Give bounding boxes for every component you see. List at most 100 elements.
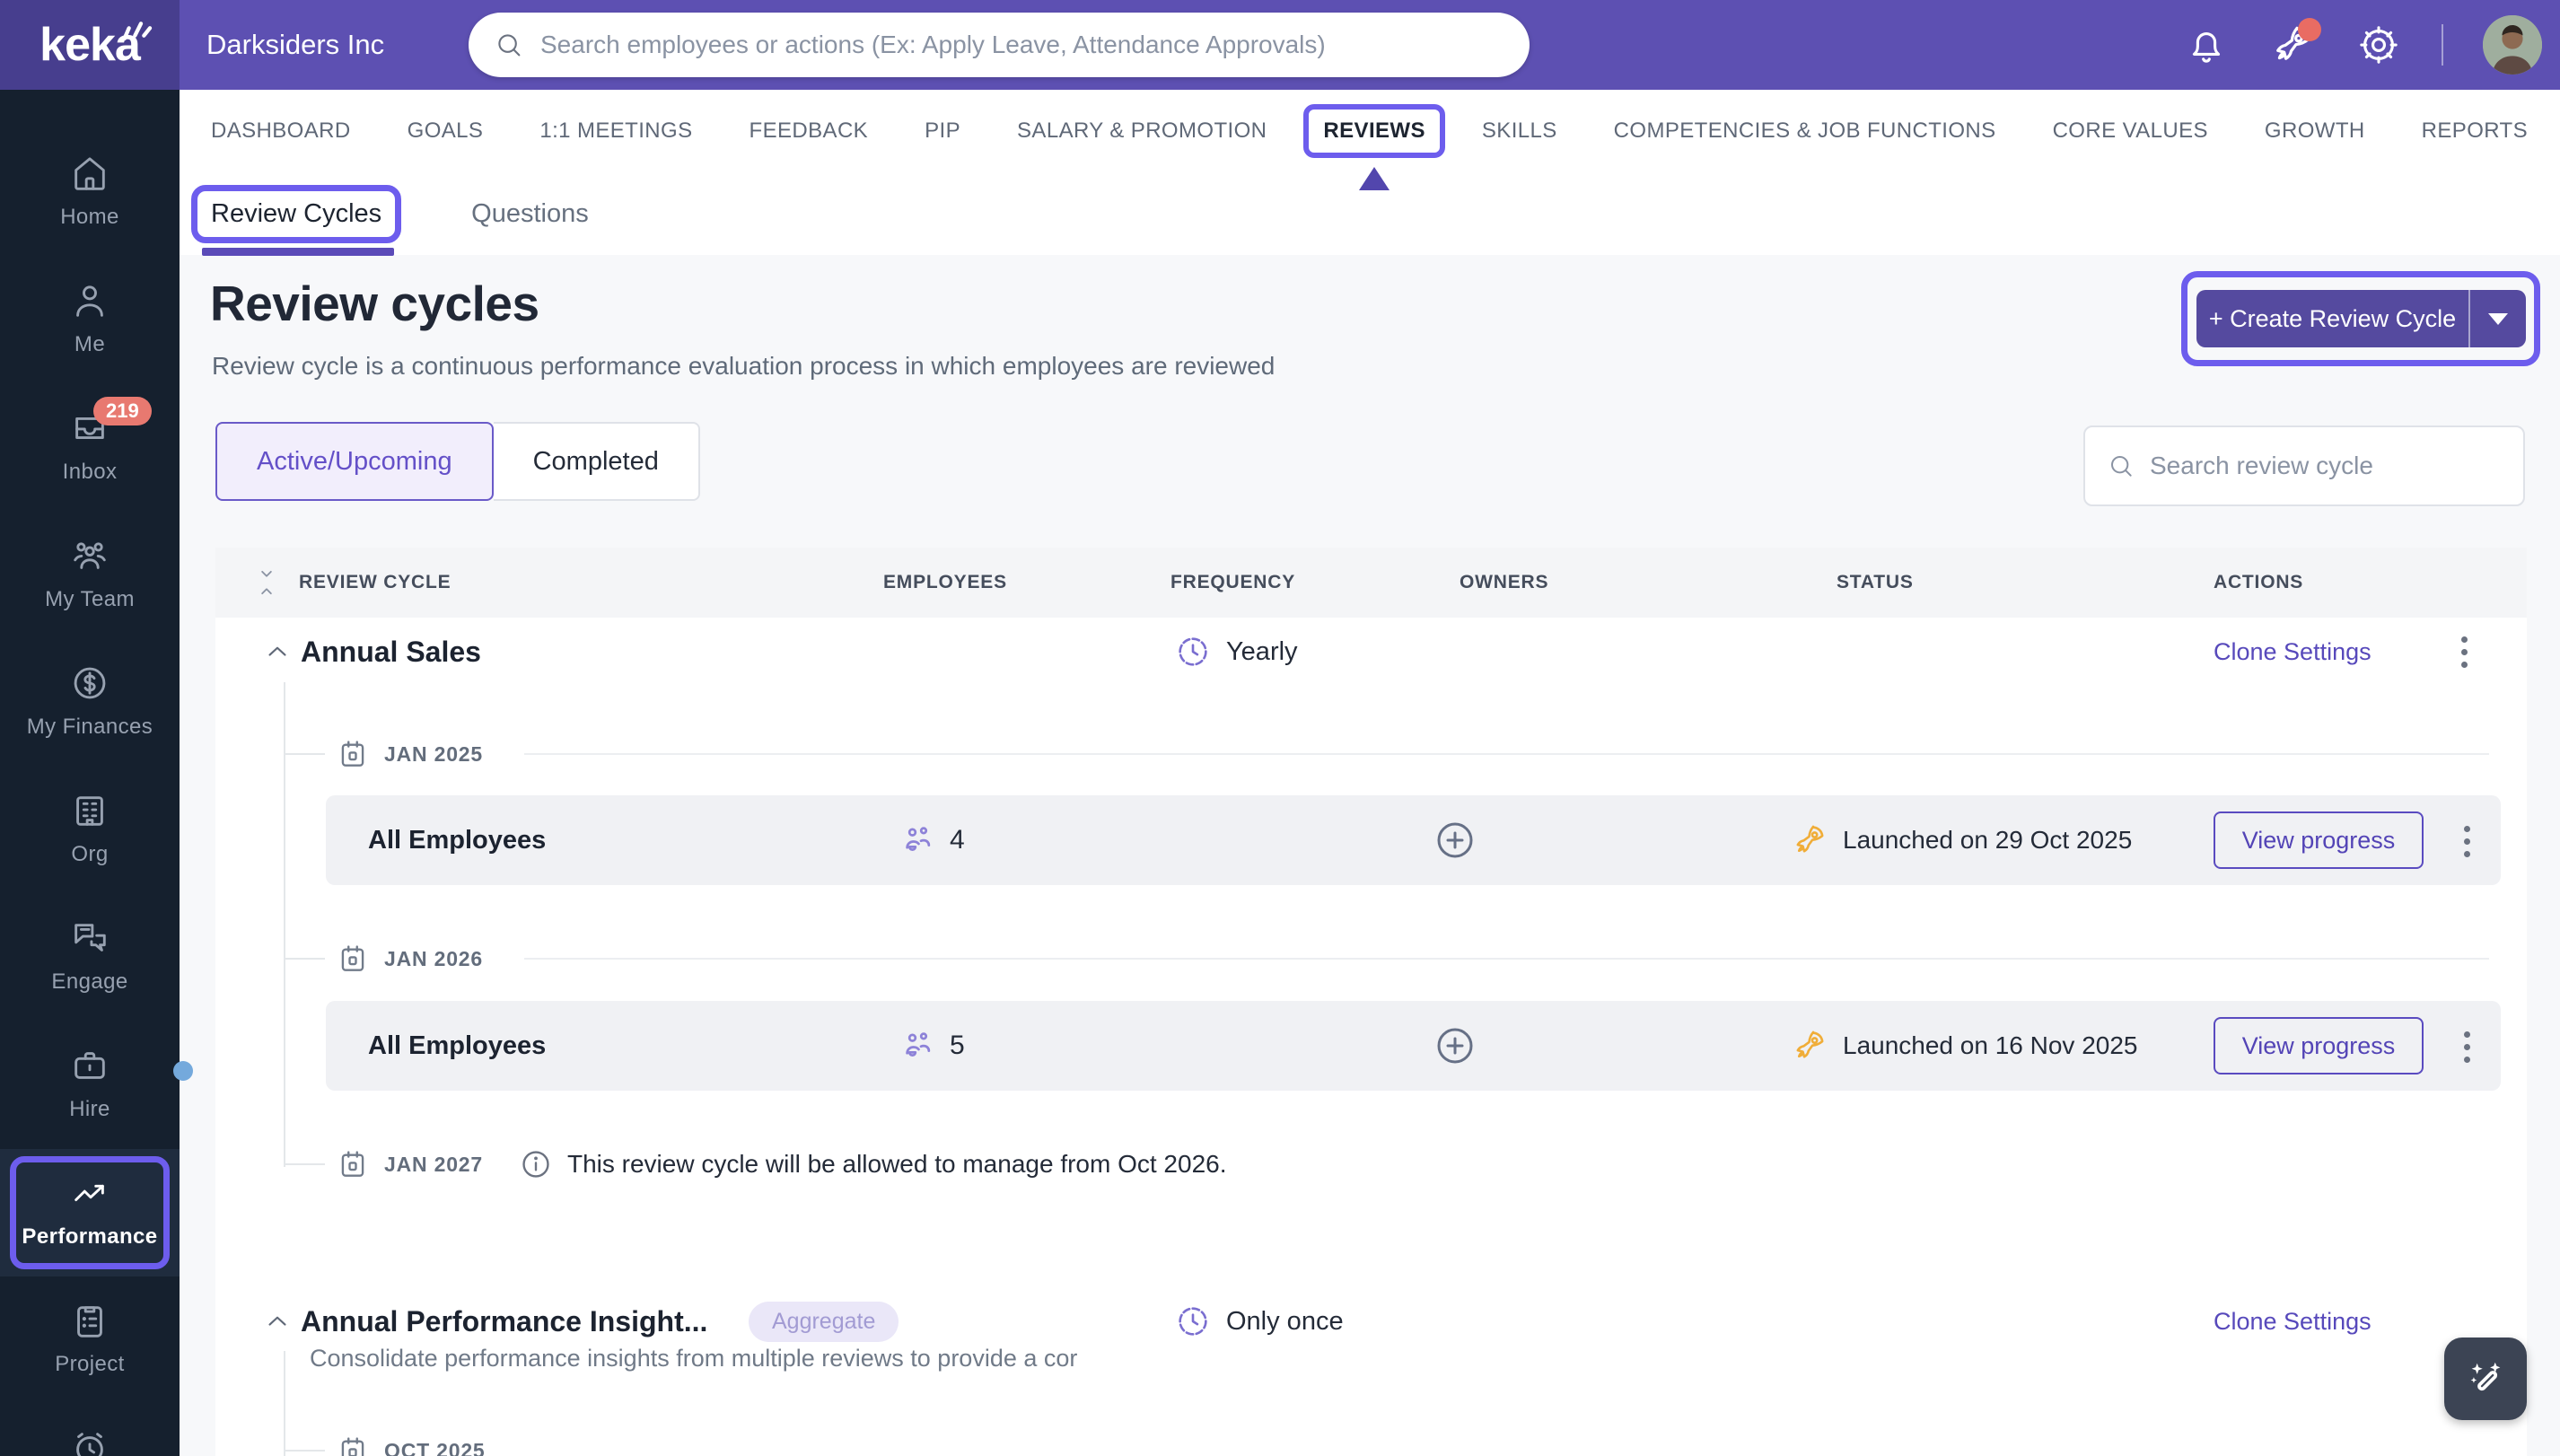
column-review-cycle: REVIEW CYCLE	[299, 572, 452, 592]
cycle-clock-icon	[1179, 637, 1207, 666]
whats-new-rocket-icon[interactable]	[2269, 18, 2321, 68]
page-title: Review cycles	[210, 276, 539, 331]
add-owner-button[interactable]	[1433, 1024, 1477, 1067]
tab-core-values[interactable]: CORE VALUES	[2053, 118, 2208, 144]
tab-reviews[interactable]: REVIEWS	[1303, 104, 1445, 190]
sidebar: keka Home Me Inbox 219 My Team My Financ…	[0, 0, 193, 1456]
sidebar-item-home[interactable]: Home	[0, 129, 180, 257]
cycle-row-jan-2025: All Employees 4 Launched on 29 Oct 2025 …	[326, 795, 2501, 885]
sidebar-item-time-attend[interactable]: Time Attend	[0, 1404, 180, 1456]
tab-dashboard[interactable]: DASHBOARD	[211, 118, 351, 144]
cycle-filters: Active/Upcoming Completed	[215, 422, 700, 501]
frequency-cell: Yearly	[1174, 633, 1298, 671]
collapse-all-icon[interactable]	[253, 567, 280, 602]
tab-1-1-meetings[interactable]: 1:1 MEETINGS	[539, 118, 692, 144]
tab-growth[interactable]: GROWTH	[2265, 118, 2365, 144]
tab-reports[interactable]: REPORTS	[2422, 118, 2528, 144]
period-date: OCT 2025	[384, 1438, 486, 1456]
create-dropdown-toggle[interactable]	[2470, 290, 2526, 347]
column-status: STATUS	[1837, 572, 1914, 592]
tab-feedback[interactable]: FEEDBACK	[750, 118, 869, 144]
tab-goals[interactable]: GOALS	[408, 118, 484, 144]
branch-line	[284, 1450, 325, 1452]
sidebar-item-me[interactable]: Me	[0, 257, 180, 384]
create-review-cycle-button[interactable]: + Create Review Cycle	[2196, 290, 2526, 347]
branch-line	[284, 753, 325, 755]
table-header: REVIEW CYCLE EMPLOYEES FREQUENCY OWNERS …	[215, 548, 2527, 618]
time-attend-icon	[69, 1427, 110, 1456]
sidebar-item-label: Me	[74, 332, 106, 356]
branch-line	[284, 1163, 325, 1165]
period-note: This review cycle will be allowed to man…	[519, 1147, 1227, 1181]
project-icon	[69, 1300, 110, 1341]
subtab-questions[interactable]: Questions	[471, 199, 589, 229]
period-label-jan-2025: JAN 2025	[284, 736, 2489, 772]
filter-active-upcoming[interactable]: Active/Upcoming	[215, 422, 494, 501]
active-subtab-underline	[202, 247, 395, 256]
collapse-group-icon[interactable]	[262, 636, 293, 667]
filter-completed[interactable]: Completed	[493, 422, 700, 501]
tab-salary-promotion[interactable]: SALARY & PROMOTION	[1017, 118, 1267, 144]
review-cycle-search-input[interactable]	[2150, 452, 2502, 480]
review-cycles-page: Review cycles Review cycle is a continuo…	[180, 255, 2560, 1456]
global-search[interactable]	[469, 13, 1530, 77]
sidebar-item-my-finances[interactable]: My Finances	[0, 639, 180, 767]
sidebar-item-label: Inbox	[62, 460, 118, 484]
status-text: Launched on 16 Nov 2025	[1843, 1031, 2138, 1059]
employees-group-icon	[906, 827, 931, 852]
cycle-clock-icon	[1179, 1307, 1207, 1336]
clone-settings-link[interactable]: Clone Settings	[2214, 1308, 2372, 1336]
hire-icon	[69, 1045, 193, 1086]
group-title: Annual Performance Insight...	[301, 1304, 708, 1338]
search-icon	[2111, 455, 2132, 477]
keka-logo[interactable]: keka	[0, 0, 180, 90]
keka-app: keka Home Me Inbox 219 My Team My Financ…	[0, 0, 2560, 1456]
global-search-input[interactable]	[540, 31, 1504, 59]
row-kebab-menu[interactable]	[2459, 820, 2476, 863]
sidebar-item-org[interactable]: Org	[0, 767, 180, 894]
user-avatar[interactable]	[2483, 15, 2542, 75]
column-employees: EMPLOYEES	[883, 572, 1007, 592]
subtab-review-cycles-label: Review Cycles	[211, 198, 382, 228]
create-review-cycle-wrap: + Create Review Cycle	[2181, 271, 2540, 366]
create-review-cycle-label: + Create Review Cycle	[2208, 304, 2457, 332]
employee-count: 4	[950, 825, 965, 855]
tab-reviews-label: REVIEWS	[1323, 118, 1425, 143]
clone-settings-link[interactable]: Clone Settings	[2214, 638, 2372, 666]
group-row-annual-performance-insight: Annual Performance Insight... Aggregate …	[215, 1293, 2527, 1350]
view-progress-button[interactable]: View progress	[2214, 811, 2424, 869]
topbar-icons	[2183, 0, 2542, 90]
sidebar-item-my-team[interactable]: My Team	[0, 512, 180, 639]
magic-wand-fab[interactable]	[2444, 1338, 2527, 1420]
review-cycle-search[interactable]	[2083, 425, 2525, 506]
add-owner-button[interactable]	[1433, 819, 1477, 862]
sidebar-item-label: Project	[55, 1352, 125, 1376]
sidebar-item-project[interactable]: Project	[0, 1276, 180, 1404]
status-cell: Launched on 16 Nov 2025	[1791, 1001, 2138, 1091]
row-kebab-menu[interactable]	[2459, 1026, 2476, 1068]
calendar-icon	[336, 942, 370, 976]
group-row-annual-sales: Annual Sales Yearly Clone Settings	[215, 623, 2527, 680]
review-cycles-table: REVIEW CYCLE EMPLOYEES FREQUENCY OWNERS …	[215, 548, 2527, 1456]
sidebar-item-performance[interactable]: Performance	[0, 1149, 180, 1276]
group-kebab-menu[interactable]	[2456, 631, 2473, 673]
tab-skills[interactable]: SKILLS	[1482, 118, 1557, 144]
frequency-cell: Only once	[1174, 1303, 1344, 1340]
column-actions: ACTIONS	[2214, 572, 2304, 592]
tab-competencies-job-functions[interactable]: COMPETENCIES & JOB FUNCTIONS	[1614, 118, 1996, 144]
logo-sparkle-icon	[122, 22, 153, 41]
tab-pip[interactable]: PIP	[925, 118, 960, 144]
sidebar-item-engage[interactable]: Engage	[0, 894, 180, 1022]
calendar-icon	[336, 1434, 370, 1456]
collapse-group-icon[interactable]	[262, 1306, 293, 1337]
notifications-bell-icon[interactable]	[2183, 22, 2230, 68]
period-rule	[523, 958, 2489, 960]
group-title: Annual Sales	[301, 635, 481, 668]
view-progress-button[interactable]: View progress	[2214, 1017, 2424, 1074]
sidebar-item-label: Org	[71, 842, 109, 866]
subtab-review-cycles[interactable]: Review Cycles	[191, 184, 402, 256]
sidebar-item-inbox[interactable]: Inbox 219	[0, 384, 180, 512]
sidebar-item-label: Engage	[51, 969, 128, 994]
settings-gear-icon[interactable]	[2355, 22, 2402, 68]
sidebar-item-hire[interactable]: Hire	[0, 1022, 193, 1149]
